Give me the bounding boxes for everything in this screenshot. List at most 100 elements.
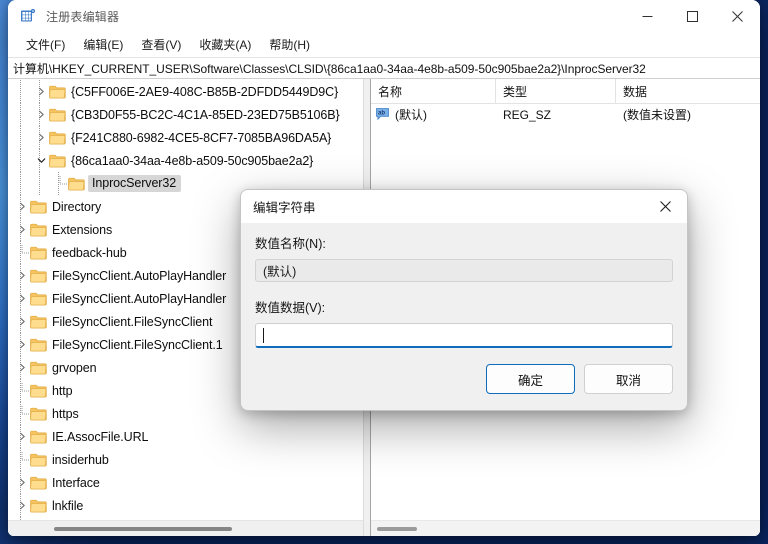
window-titlebar[interactable]: 注册表编辑器 [8, 0, 760, 32]
value-name-label: 数值名称(N): [255, 237, 326, 251]
ab-string-icon: ab [376, 108, 391, 121]
chevron-right-icon[interactable] [33, 84, 49, 100]
close-button[interactable] [715, 0, 760, 32]
chevron-right-icon[interactable] [14, 199, 30, 215]
menu-favorites[interactable]: 收藏夹(A) [191, 33, 259, 56]
folder-icon [30, 453, 47, 467]
folder-icon [30, 384, 47, 398]
folder-icon [49, 154, 66, 168]
value-name-cell: ab (默认) [371, 106, 496, 123]
tree-guide-line [20, 172, 22, 195]
tree-item-label: FileSyncClient.FileSyncClient [52, 314, 213, 329]
tree-item-15[interactable]: IE.AssocFile.URL [8, 425, 363, 448]
tree-item-1[interactable]: {CB3D0F55-BC2C-4C1A-85ED-23ED75B5106B} [8, 103, 363, 126]
tree-item-0[interactable]: {C5FF006E-2AE9-408C-B85B-2DFDD5449D9C} [8, 80, 363, 103]
window-controls [625, 0, 760, 32]
value-name-input[interactable]: (默认) [255, 259, 673, 282]
ok-button[interactable]: 确定 [486, 364, 575, 394]
folder-icon [68, 177, 85, 191]
tree-item-label: https [52, 406, 79, 421]
tree-item-label: http [52, 383, 73, 398]
tree-item-16[interactable]: insiderhub [8, 448, 363, 471]
dialog-body: 数值名称(N): (默认) 数值数据(V): [241, 223, 687, 348]
column-header-data[interactable]: 数据 [616, 79, 760, 103]
values-horizontal-scrollbar[interactable] [371, 520, 760, 536]
value-name-text: (默认) [395, 108, 427, 122]
tree-leaf-connector-icon [14, 405, 30, 422]
folder-icon [30, 292, 47, 306]
chevron-down-icon[interactable] [33, 153, 49, 169]
tree-item-18[interactable]: lnkfile [8, 494, 363, 517]
chevron-right-icon[interactable] [14, 314, 30, 330]
value-data-label: 数值数据(V): [255, 301, 326, 315]
folder-icon [30, 476, 47, 490]
menu-view[interactable]: 查看(V) [133, 33, 189, 56]
tree-item-label: InprocServer32 [88, 175, 182, 192]
tree-item-label: FileSyncClient.AutoPlayHandler [52, 291, 227, 306]
tree-leaf-connector-icon [52, 175, 68, 192]
tree-item-label: {C5FF006E-2AE9-408C-B85B-2DFDD5449D9C} [71, 84, 339, 99]
cancel-button[interactable]: 取消 [584, 364, 673, 394]
tree-leaf-connector-icon [14, 244, 30, 261]
chevron-right-icon[interactable] [14, 360, 30, 376]
tree-item-2[interactable]: {F241C880-6982-4CE5-8CF7-7085BA96DA5A} [8, 126, 363, 149]
column-header-type[interactable]: 类型 [496, 79, 616, 103]
menu-edit[interactable]: 编辑(E) [75, 33, 131, 56]
folder-icon [30, 315, 47, 329]
folder-icon [49, 108, 66, 122]
tree-scrollbar-thumb[interactable] [54, 526, 232, 531]
tree-item-label: FileSyncClient.AutoPlayHandler [52, 268, 227, 283]
dialog-close-icon[interactable] [643, 190, 687, 223]
dialog-titlebar[interactable]: 编辑字符串 [241, 190, 687, 223]
folder-icon [30, 338, 47, 352]
folder-icon [30, 246, 47, 260]
folder-icon [49, 131, 66, 145]
registry-path: 计算机\HKEY_CURRENT_USER\Software\Classes\C… [13, 61, 646, 76]
folder-icon [30, 200, 47, 214]
registry-icon [20, 8, 36, 24]
minimize-button[interactable] [625, 0, 670, 32]
edit-string-dialog: 编辑字符串 数值名称(N): (默认) 数值数据(V): 确定 取消 [240, 189, 688, 411]
chevron-right-icon[interactable] [14, 268, 30, 284]
chevron-right-icon[interactable] [14, 337, 30, 353]
menu-file[interactable]: 文件(F) [18, 33, 73, 56]
tree-horizontal-scrollbar[interactable] [8, 520, 363, 536]
folder-icon [49, 85, 66, 99]
tree-item-label: feedback-hub [52, 245, 127, 260]
values-list-row[interactable]: ab (默认) REG_SZ (数值未设置) [371, 104, 760, 125]
folder-icon [30, 361, 47, 375]
folder-icon [30, 499, 47, 513]
maximize-button[interactable] [670, 0, 715, 32]
tree-item-label: {CB3D0F55-BC2C-4C1A-85ED-23ED75B5106B} [71, 107, 340, 122]
chevron-right-icon[interactable] [33, 130, 49, 146]
chevron-right-icon[interactable] [14, 291, 30, 307]
values-list-header: 名称 类型 数据 [371, 79, 760, 104]
value-data-cell: (数值未设置) [623, 108, 691, 122]
chevron-right-icon[interactable] [14, 498, 30, 514]
tree-guide-line [39, 172, 41, 195]
menu-help[interactable]: 帮助(H) [261, 33, 318, 56]
tree-item-17[interactable]: Interface [8, 471, 363, 494]
value-type-cell: REG_SZ [503, 107, 552, 122]
tree-item-19[interactable]: Local Settings [8, 517, 363, 520]
dialog-title: 编辑字符串 [253, 201, 316, 215]
tree-guide-line [20, 80, 22, 103]
text-caret [263, 327, 264, 343]
dialog-footer: 确定 取消 [241, 348, 687, 410]
tree-guide-line [20, 126, 22, 149]
folder-icon [30, 223, 47, 237]
address-bar[interactable]: 计算机\HKEY_CURRENT_USER\Software\Classes\C… [8, 57, 760, 79]
chevron-right-icon[interactable] [14, 222, 30, 238]
tree-item-label: grvopen [52, 360, 97, 375]
window-title: 注册表编辑器 [46, 9, 120, 24]
tree-item-label: Extensions [52, 222, 113, 237]
tree-item-3[interactable]: {86ca1aa0-34aa-4e8b-a509-50c905bae2a2} [8, 149, 363, 172]
column-header-name[interactable]: 名称 [371, 79, 496, 103]
value-data-input[interactable] [255, 323, 673, 348]
chevron-right-icon[interactable] [33, 107, 49, 123]
values-scrollbar-thumb[interactable] [377, 526, 417, 531]
tree-item-label: {F241C880-6982-4CE5-8CF7-7085BA96DA5A} [71, 130, 332, 145]
chevron-right-icon[interactable] [14, 429, 30, 445]
chevron-right-icon[interactable] [14, 475, 30, 491]
tree-item-label: lnkfile [52, 498, 84, 513]
